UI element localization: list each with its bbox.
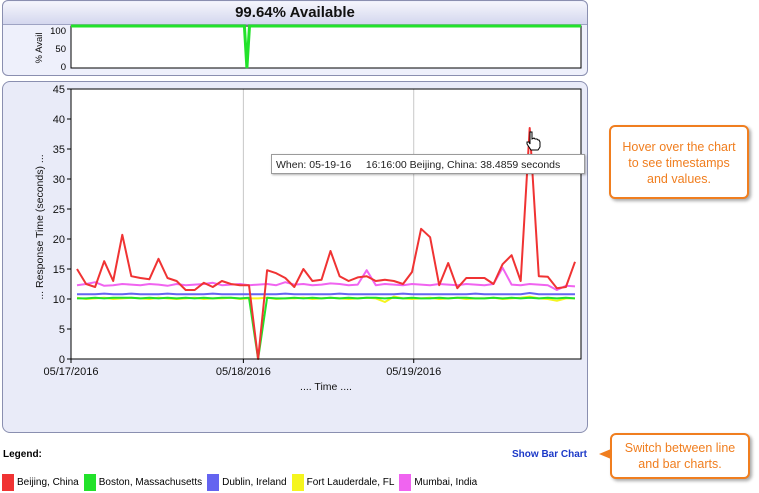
legend-item-boston[interactable]: Boston, Massachusetts [83, 473, 203, 491]
switch-callout: Switch between line and bar charts. [610, 433, 750, 479]
legend-item-beijing[interactable]: Beijing, China [2, 473, 79, 491]
legend-label: Dublin, Ireland [222, 476, 287, 488]
x-tick-label: 05/18/2016 [216, 366, 271, 378]
response-time-chart[interactable]: ... Response Time (seconds) ... 0 5 10 15 20… [3, 82, 587, 432]
y-tick-label: 5 [59, 324, 65, 336]
y-tick-label: 35 [53, 144, 65, 156]
y-tick-label: 15 [53, 264, 65, 276]
callout-pointer [599, 449, 611, 459]
availability-panel: 99.64% Available % Avail 100 50 0 [2, 0, 588, 76]
y-axis-label: ... Response Time (seconds) ... [34, 154, 46, 299]
x-tick-label: 05/17/2016 [43, 366, 98, 378]
y-tick-label: 20 [53, 234, 65, 246]
avail-tick-50: 50 [55, 44, 66, 55]
legend-title: Legend: [3, 449, 42, 460]
legend-label: Fort Lauderdale, FL [306, 476, 395, 488]
legend-swatch [399, 473, 412, 491]
y-tick-label: 30 [53, 174, 65, 186]
y-tick-label: 0 [59, 354, 65, 366]
plot-area [71, 89, 581, 359]
y-tick-label: 40 [53, 114, 65, 126]
legend-swatch [207, 473, 220, 491]
availability-chart[interactable]: % Avail 100 50 0 [3, 1, 587, 73]
legend-swatch [2, 473, 14, 491]
x-tick-label: 05/19/2016 [386, 366, 441, 378]
legend-swatch [291, 473, 304, 491]
avail-tick-100: 100 [50, 26, 66, 37]
legend-item-mumbai[interactable]: Mumbai, India [399, 473, 478, 491]
y-tick-label: 10 [53, 294, 65, 306]
legend-swatch [83, 473, 96, 491]
avail-plot-area [70, 25, 582, 69]
legend-label: Boston, Massachusetts [98, 476, 203, 488]
y-tick-label: 45 [53, 84, 65, 96]
avail-ylabel: % Avail [34, 33, 45, 64]
legend-item-fort-lauderdale[interactable]: Fort Lauderdale, FL [291, 473, 395, 491]
response-time-panel: ... Response Time (seconds) ... 0 5 10 15 20… [2, 81, 588, 433]
legend-label: Mumbai, India [414, 476, 478, 488]
legend-label: Beijing, China [17, 476, 79, 488]
hand-pointer-icon [526, 131, 541, 151]
legend: Beijing, China Boston, Massachusetts Dub… [2, 472, 482, 492]
hover-callout: Hover over the chart to see timestamps a… [609, 125, 749, 199]
avail-tick-0: 0 [61, 62, 66, 73]
legend-item-dublin[interactable]: Dublin, Ireland [207, 473, 287, 491]
x-axis-label: .... Time .... [300, 381, 352, 393]
hover-tooltip: When: 05-19-16 16:16:00 Beijing, China: … [271, 154, 585, 174]
y-tick-label: 25 [53, 204, 65, 216]
show-bar-chart-link[interactable]: Show Bar Chart [512, 449, 587, 460]
